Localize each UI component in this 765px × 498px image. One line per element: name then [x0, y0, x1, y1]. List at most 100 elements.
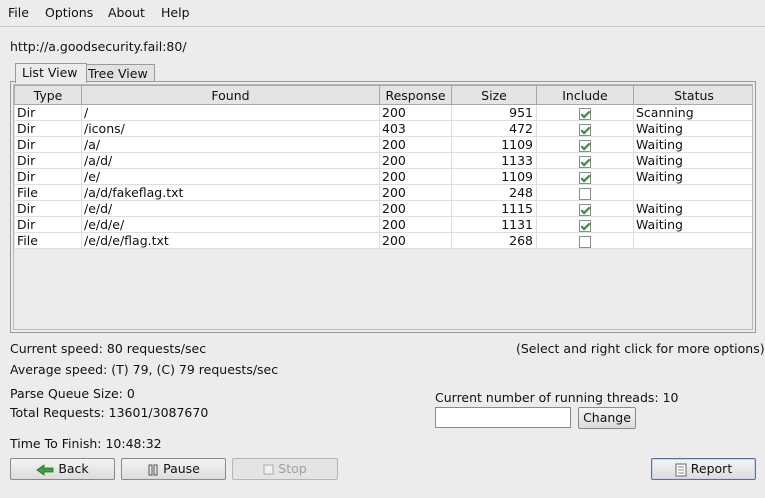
column-header-found[interactable]: Found: [81, 85, 380, 105]
cell-include[interactable]: [536, 152, 634, 169]
cell-size: 1131: [451, 216, 537, 233]
cell-response: 200: [379, 168, 452, 185]
threads-input[interactable]: [435, 407, 571, 428]
menu-file[interactable]: File: [8, 5, 29, 20]
cell-status: Scanning: [633, 104, 752, 121]
cell-type: Dir: [14, 104, 82, 121]
cell-found: /e/d/e/: [81, 216, 380, 233]
cell-include[interactable]: [536, 136, 634, 153]
cell-response: 200: [379, 232, 452, 249]
cell-type: Dir: [14, 120, 82, 137]
cell-include[interactable]: [536, 216, 634, 233]
include-checkbox[interactable]: [579, 107, 591, 120]
cell-status: Waiting: [633, 136, 752, 153]
results-table: Type Found Response Size Include Status …: [14, 85, 752, 249]
cell-type: Dir: [14, 152, 82, 169]
running-threads-label: Current number of running threads: 10: [435, 390, 679, 405]
cell-response: 403: [379, 120, 452, 137]
time-to-finish: Time To Finish: 10:48:32: [10, 436, 162, 451]
right-click-hint: (Select and right click for more options…: [516, 341, 765, 356]
results-table-container[interactable]: Type Found Response Size Include Status …: [13, 84, 753, 330]
back-arrow-icon: [36, 463, 54, 476]
cell-response: 200: [379, 200, 452, 217]
cell-include[interactable]: [536, 232, 634, 249]
include-checkbox[interactable]: [579, 219, 591, 232]
column-header-type[interactable]: Type: [14, 85, 82, 105]
cell-status: Waiting: [633, 200, 752, 217]
table-row[interactable]: Dir/200 951 Scanning: [14, 104, 752, 121]
tab-list-view[interactable]: List View: [15, 63, 87, 83]
column-header-include[interactable]: Include: [536, 85, 634, 105]
cell-include[interactable]: [536, 200, 634, 217]
change-button[interactable]: Change: [578, 407, 636, 429]
menu-about[interactable]: About: [108, 5, 145, 20]
include-checkbox[interactable]: [579, 203, 591, 216]
cell-size: 472: [451, 120, 537, 137]
include-checkbox[interactable]: [579, 235, 591, 248]
pause-button-label: Pause: [163, 461, 200, 476]
include-checkbox[interactable]: [579, 139, 591, 152]
menu-help[interactable]: Help: [161, 5, 190, 20]
menu-options[interactable]: Options: [45, 5, 93, 20]
include-checkbox[interactable]: [579, 171, 591, 184]
cell-size: 248: [451, 184, 537, 201]
cell-status: Waiting: [633, 216, 752, 233]
table-row[interactable]: Dir/a/d/200 1133 Waiting: [14, 152, 752, 169]
cell-found: /a/d/: [81, 152, 380, 169]
cell-include[interactable]: [536, 184, 634, 201]
include-checkbox[interactable]: [579, 155, 591, 168]
cell-status: [633, 184, 752, 201]
table-row[interactable]: File/e/d/e/flag.txt 200 268: [14, 232, 752, 249]
results-panel: Type Found Response Size Include Status …: [10, 81, 756, 333]
stop-button-label: Stop: [278, 461, 307, 476]
cell-include[interactable]: [536, 104, 634, 121]
column-header-status[interactable]: Status: [633, 85, 752, 105]
column-header-response[interactable]: Response: [379, 85, 452, 105]
table-row[interactable]: Dir/e/d/e/200 1131 Waiting: [14, 216, 752, 233]
cell-size: 1109: [451, 168, 537, 185]
menu-bar: File Options About Help: [0, 0, 765, 27]
cell-type: File: [14, 184, 82, 201]
cell-response: 200: [379, 216, 452, 233]
cell-include[interactable]: [536, 168, 634, 185]
cell-status: Waiting: [633, 168, 752, 185]
table-row[interactable]: Dir/e/d/200 1115 Waiting: [14, 200, 752, 217]
average-speed: Average speed: (T) 79, (C) 79 requests/s…: [10, 362, 279, 377]
cell-response: 200: [379, 104, 452, 121]
include-checkbox[interactable]: [579, 187, 591, 200]
cell-status: Waiting: [633, 120, 752, 137]
pause-icon: [148, 464, 158, 475]
cell-response: 200: [379, 184, 452, 201]
target-url: http://a.goodsecurity.fail:80/: [10, 39, 187, 54]
cell-found: /e/d/e/flag.txt: [81, 232, 380, 249]
table-header-row: Type Found Response Size Include Status: [14, 85, 752, 105]
table-row[interactable]: Dir/a/200 1109 Waiting: [14, 136, 752, 153]
cell-type: File: [14, 232, 82, 249]
cell-found: /e/d/: [81, 200, 380, 217]
cell-size: 1115: [451, 200, 537, 217]
cell-found: /a/: [81, 136, 380, 153]
cell-response: 200: [379, 152, 452, 169]
cell-size: 951: [451, 104, 537, 121]
pause-button[interactable]: Pause: [121, 458, 226, 480]
cell-size: 268: [451, 232, 537, 249]
current-speed: Current speed: 80 requests/sec: [10, 341, 207, 356]
cell-found: /e/: [81, 168, 380, 185]
parse-queue-size: Parse Queue Size: 0: [10, 386, 135, 401]
include-checkbox[interactable]: [579, 123, 591, 136]
report-button-label: Report: [690, 461, 733, 476]
cell-status: Waiting: [633, 152, 752, 169]
table-row[interactable]: Dir/e/200 1109 Waiting: [14, 168, 752, 185]
column-header-size[interactable]: Size: [451, 85, 537, 105]
change-button-label: Change: [583, 410, 631, 425]
table-row[interactable]: Dir/icons/403 472 Waiting: [14, 120, 752, 137]
cell-type: Dir: [14, 168, 82, 185]
report-button[interactable]: Report: [651, 458, 756, 480]
stop-button[interactable]: Stop: [232, 458, 338, 480]
tab-tree-view[interactable]: Tree View: [81, 64, 155, 82]
table-row[interactable]: File/a/d/fakeflag.txt 200 248: [14, 184, 752, 201]
cell-include[interactable]: [536, 120, 634, 137]
back-button[interactable]: Back: [10, 458, 115, 480]
cell-size: 1133: [451, 152, 537, 169]
stop-icon: [263, 464, 274, 475]
